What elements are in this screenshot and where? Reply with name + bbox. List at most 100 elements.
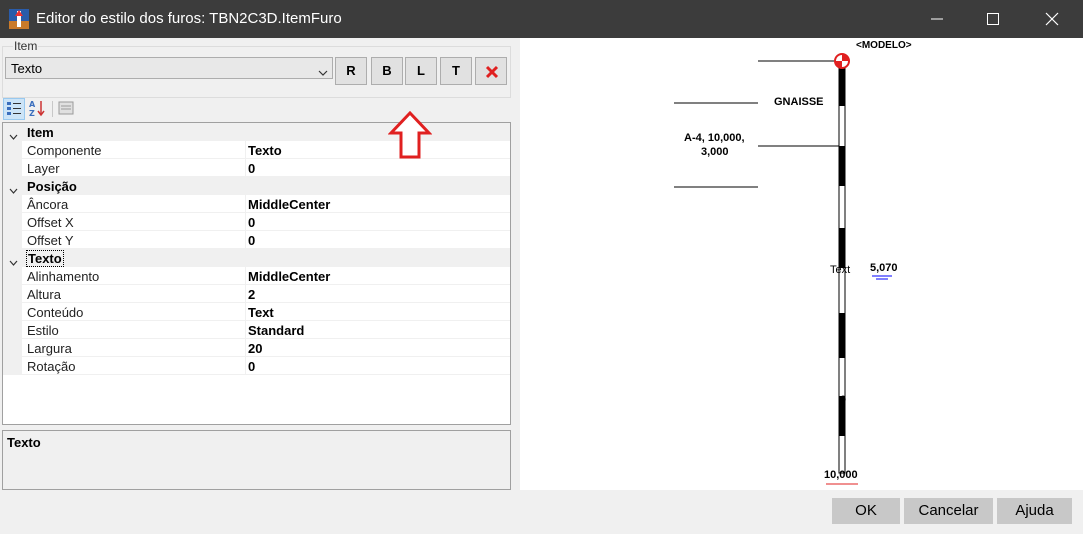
property-row[interactable]: Componente Texto — [3, 141, 510, 159]
column-divider — [245, 159, 246, 177]
property-name: Largura — [27, 341, 72, 356]
svg-text:Z: Z — [29, 109, 35, 118]
up-arrow-icon — [388, 111, 432, 159]
app-icon — [9, 9, 29, 29]
category-row-item[interactable]: Item — [3, 123, 510, 141]
column-divider — [245, 213, 246, 231]
collar-marker — [835, 61, 842, 68]
row-gutter — [3, 141, 22, 159]
hole-segment — [839, 313, 845, 358]
minimize-button[interactable] — [910, 0, 964, 38]
preview-canvas: <MODELO> GNAISSE A-4, 10,000, 3,000 Text… — [520, 38, 1083, 490]
cancel-button[interactable]: Cancelar — [904, 498, 993, 524]
maximize-icon — [987, 13, 999, 25]
property-name: Alinhamento — [27, 269, 100, 284]
property-row[interactable]: Conteúdo Text — [3, 303, 510, 321]
property-row[interactable]: Offset Y 0 — [3, 231, 510, 249]
property-row[interactable]: Rotação 0 — [3, 357, 510, 375]
ok-button[interactable]: OK — [832, 498, 900, 524]
property-value[interactable]: 0 — [248, 359, 255, 374]
row-gutter — [3, 231, 22, 249]
row-gutter — [3, 303, 22, 321]
column-divider — [245, 357, 246, 375]
t-button[interactable]: T — [440, 57, 472, 85]
help-button[interactable]: Ajuda — [997, 498, 1072, 524]
property-value[interactable]: 20 — [248, 341, 262, 356]
hole-segment — [839, 146, 845, 186]
item-group-label: Item — [13, 39, 39, 53]
property-pages-button[interactable] — [56, 98, 78, 120]
row-gutter — [3, 267, 22, 285]
r-button[interactable]: R — [335, 57, 367, 85]
property-value[interactable]: MiddleCenter — [248, 269, 330, 284]
chevron-down-icon — [318, 64, 328, 79]
property-value[interactable]: 0 — [248, 161, 255, 176]
close-icon — [1045, 12, 1059, 26]
property-row[interactable]: Estilo Standard — [3, 321, 510, 339]
close-button[interactable] — [1025, 0, 1079, 38]
column-divider — [245, 339, 246, 357]
category-label: Item — [27, 125, 54, 140]
property-value[interactable]: MiddleCenter — [248, 197, 330, 212]
toolbar-divider — [52, 101, 53, 117]
row-gutter — [3, 195, 22, 213]
property-name: Componente — [27, 143, 102, 158]
category-label: Texto — [26, 250, 64, 267]
column-divider — [245, 285, 246, 303]
property-row[interactable]: Largura 20 — [3, 339, 510, 357]
sort-az-icon: A Z — [29, 100, 45, 118]
property-name: Conteúdo — [27, 305, 84, 320]
item-combo-value: Texto — [11, 61, 43, 76]
property-value[interactable]: Texto — [248, 143, 282, 158]
property-name: Âncora — [27, 197, 69, 212]
red-x-icon — [485, 65, 499, 79]
b-button[interactable]: B — [371, 57, 403, 85]
row-gutter — [3, 213, 22, 231]
property-value[interactable]: Text — [248, 305, 274, 320]
delete-button[interactable] — [475, 57, 507, 85]
left-pane: Item Texto R B L T A Z Item Componente T… — [0, 38, 520, 490]
property-row[interactable]: Altura 2 — [3, 285, 510, 303]
sample-label-line1: A-4, 10,000, — [684, 132, 745, 144]
row-gutter — [3, 321, 22, 339]
property-name: Layer — [27, 161, 60, 176]
category-row-texto[interactable]: Texto — [3, 249, 510, 267]
column-divider — [245, 303, 246, 321]
row-gutter — [3, 285, 22, 303]
button-bar: OK Cancelar Ajuda — [0, 490, 1083, 534]
property-pages-icon — [58, 101, 74, 115]
item-group: Item Texto R B L T — [2, 39, 511, 98]
property-name: Offset X — [27, 215, 74, 230]
svg-text:A: A — [29, 100, 36, 109]
category-label: Posição — [27, 179, 77, 194]
column-divider — [245, 195, 246, 213]
item-combo[interactable]: Texto — [5, 57, 333, 79]
categorized-button[interactable] — [3, 98, 25, 120]
row-gutter — [3, 339, 22, 357]
property-row[interactable]: Alinhamento MiddleCenter — [3, 267, 510, 285]
zero-label: 0 — [840, 394, 847, 406]
column-divider — [245, 141, 246, 159]
property-row[interactable]: Layer 0 — [3, 159, 510, 177]
property-value[interactable]: 0 — [248, 215, 255, 230]
alphabetical-button[interactable]: A Z — [27, 98, 49, 120]
property-row[interactable]: Âncora MiddleCenter — [3, 195, 510, 213]
layer-label: GNAISSE — [774, 96, 824, 108]
minimize-icon — [931, 18, 943, 20]
collar-marker — [842, 54, 849, 61]
hole-segment — [839, 228, 845, 268]
column-divider — [245, 321, 246, 339]
l-button[interactable]: L — [405, 57, 437, 85]
maximize-button[interactable] — [966, 0, 1020, 38]
column-divider — [245, 267, 246, 285]
column-divider — [245, 231, 246, 249]
property-value[interactable]: 2 — [248, 287, 255, 302]
title-bar: Editor do estilo dos furos: TBN2C3D.Item… — [0, 0, 1083, 38]
category-row-posicao[interactable]: Posição — [3, 177, 510, 195]
bottom-depth: 10,000 — [824, 469, 858, 481]
description-title: Texto — [7, 435, 41, 450]
property-value[interactable]: Standard — [248, 323, 304, 338]
property-name: Rotação — [27, 359, 76, 374]
property-row[interactable]: Offset X 0 — [3, 213, 510, 231]
property-value[interactable]: 0 — [248, 233, 255, 248]
